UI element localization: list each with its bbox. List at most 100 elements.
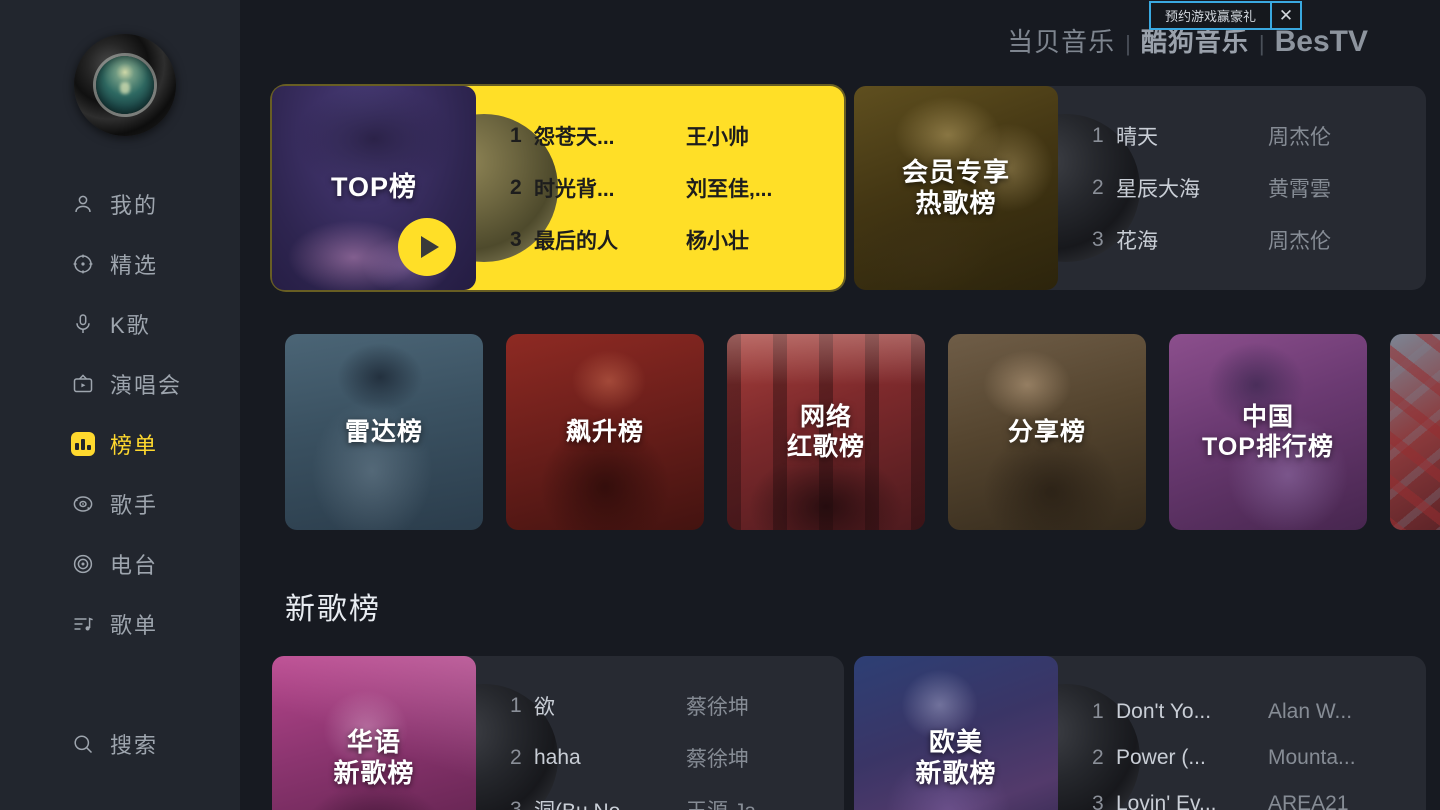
track-number: 3 <box>510 228 522 251</box>
tile-rising[interactable]: 飙升榜 <box>506 334 704 530</box>
track-number: 1 <box>1092 124 1104 147</box>
search-icon <box>70 731 96 757</box>
rank-card-cover[interactable]: 华语 新歌榜 <box>272 656 476 810</box>
sidebar-item-featured[interactable]: 精选 <box>0 234 240 294</box>
tile-label: 飙升榜 <box>565 417 644 446</box>
track-artist: Mounta... <box>1268 746 1356 769</box>
track-row[interactable]: 2 星辰大海 黄霄雲 <box>1092 173 1400 203</box>
track-name: 晴天 <box>1116 126 1158 149</box>
rank-card-title: 会员专享 热歌榜 <box>901 157 1010 218</box>
compass-icon <box>70 251 96 277</box>
track-row[interactable]: 1 Don't Yo... Alan W... <box>1092 700 1400 724</box>
track-artist: Alan W... <box>1268 700 1353 723</box>
track-name: Don't Yo... <box>1116 700 1212 723</box>
track-name: haha <box>534 746 581 769</box>
sidebar-item-label: 精选 <box>110 253 159 278</box>
tile-radar[interactable]: 雷达榜 <box>285 334 483 530</box>
track-number: 1 <box>510 124 522 147</box>
track-number: 2 <box>1092 176 1104 199</box>
track-row[interactable]: 2 Power (... Mounta... <box>1092 746 1400 770</box>
track-row[interactable]: 2 时光背... 刘至佳,... <box>510 173 818 203</box>
rank-card-cover-wrap: TOP榜 <box>272 86 558 290</box>
track-name: 最后的人 <box>534 230 618 253</box>
sidebar-item-label: 搜索 <box>110 733 159 758</box>
close-icon[interactable]: ✕ <box>1270 3 1300 28</box>
tile-china-top[interactable]: 中国 TOP排行榜 <box>1169 334 1367 530</box>
tile-label: 雷达榜 <box>344 417 423 446</box>
track-artist: 蔡徐坤 <box>686 748 749 771</box>
tile-label: 分享榜 <box>1007 417 1086 446</box>
track-artist: 刘至佳,... <box>686 178 773 201</box>
track-name: 怨苍天... <box>534 126 615 149</box>
category-tile-row: 雷达榜 飙升榜 网络 红歌榜 分享榜 中国 TOP排行榜 <box>285 334 1440 530</box>
mic-icon <box>70 311 96 337</box>
top-rank-row: TOP榜 1 怨苍天... 王小帅 2 时光背... 刘至佳,... 3 最后的… <box>272 86 1426 290</box>
track-artist: 王小帅 <box>686 126 749 149</box>
rank-card-title: 华语 新歌榜 <box>333 727 415 788</box>
track-row[interactable]: 3 洞(Bu No… 王源 Ja… <box>510 795 818 810</box>
rank-card-cover[interactable]: 欧美 新歌榜 <box>854 656 1058 810</box>
sidebar-item-radio[interactable]: 电台 <box>0 534 240 594</box>
tv-icon <box>70 371 96 397</box>
avatar[interactable] <box>74 34 176 136</box>
sidebar-item-karaoke[interactable]: K歌 <box>0 294 240 354</box>
track-number: 1 <box>1092 700 1104 723</box>
sidebar-item-charts[interactable]: 榜单 <box>0 414 240 474</box>
sidebar-item-concert[interactable]: 演唱会 <box>0 354 240 414</box>
track-number: 2 <box>510 176 522 199</box>
sidebar-item-label: K歌 <box>110 313 151 338</box>
chart-icon <box>70 431 96 457</box>
rank-card-cover-wrap: 欧美 新歌榜 <box>854 656 1140 810</box>
track-artist: 周杰伦 <box>1268 126 1331 149</box>
rank-card-cover-wrap: 会员专享 热歌榜 <box>854 86 1140 290</box>
track-row[interactable]: 2 haha 蔡徐坤 <box>510 743 818 773</box>
sidebar-item-label: 电台 <box>110 553 159 578</box>
track-row[interactable]: 1 晴天 周杰伦 <box>1092 121 1400 151</box>
bottom-rank-row: 华语 新歌榜 1 欲 蔡徐坤 2 haha 蔡徐坤 3 欧美 新歌榜 1 Don… <box>272 656 1426 810</box>
play-icon[interactable] <box>398 218 456 276</box>
track-number: 2 <box>510 746 522 769</box>
track-row[interactable]: 1 怨苍天... 王小帅 <box>510 121 818 151</box>
page-title: 新歌榜 <box>285 593 381 626</box>
brand-bestv: BesTV <box>1274 25 1368 58</box>
sidebar-item-mine[interactable]: 我的 <box>0 174 240 234</box>
promo-popup[interactable]: 预约游戏赢豪礼 ✕ <box>1148 1 1302 30</box>
sidebar-item-playlists[interactable]: 歌单 <box>0 594 240 654</box>
track-row[interactable]: 3 花海 周杰伦 <box>1092 225 1400 255</box>
rank-card-title: TOP榜 <box>330 172 417 203</box>
track-artist: AREA21 <box>1268 792 1349 810</box>
rank-card-top[interactable]: TOP榜 1 怨苍天... 王小帅 2 时光背... 刘至佳,... 3 最后的… <box>272 86 844 290</box>
disc-icon <box>70 491 96 517</box>
rank-card-cover[interactable]: 会员专享 热歌榜 <box>854 86 1058 290</box>
sidebar-nav: 我的 精选 K歌 演唱会 榜单 歌手 电台 歌单 <box>0 174 240 654</box>
app-root: 我的 精选 K歌 演唱会 榜单 歌手 电台 歌单 搜索 当贝音乐 | 酷狗音乐 … <box>0 0 1440 810</box>
track-name: Power (... <box>1116 746 1206 769</box>
rank-card-vip[interactable]: 会员专享 热歌榜 1 晴天 周杰伦 2 星辰大海 黄霄雲 3 花海 周杰伦 <box>854 86 1426 290</box>
track-row[interactable]: 1 欲 蔡徐坤 <box>510 691 818 721</box>
track-row[interactable]: 3 最后的人 杨小壮 <box>510 225 818 255</box>
tile-share[interactable]: 分享榜 <box>948 334 1146 530</box>
brand-dangbei: 当贝音乐 <box>1007 27 1116 57</box>
rank-card-tracklist: 1 晴天 周杰伦 2 星辰大海 黄霄雲 3 花海 周杰伦 <box>1058 86 1426 290</box>
sidebar-search-group: 搜索 <box>0 714 240 774</box>
tile-network-hits[interactable]: 网络 红歌榜 <box>727 334 925 530</box>
track-number: 2 <box>1092 746 1104 769</box>
track-name: 欲 <box>534 696 555 719</box>
track-artist: 蔡徐坤 <box>686 696 749 719</box>
sidebar-item-label: 我的 <box>110 193 159 218</box>
rank-card-tracklist: 1 怨苍天... 王小帅 2 时光背... 刘至佳,... 3 最后的人 杨小壮 <box>476 86 844 290</box>
rank-card-western-new[interactable]: 欧美 新歌榜 1 Don't Yo... Alan W... 2 Power (… <box>854 656 1426 810</box>
rank-card-chinese-new[interactable]: 华语 新歌榜 1 欲 蔡徐坤 2 haha 蔡徐坤 3 <box>272 656 844 810</box>
track-row[interactable]: 3 Lovin' Ev... AREA21 <box>1092 792 1400 810</box>
track-number: 3 <box>1092 228 1104 251</box>
tile-label: 网络 红歌榜 <box>786 402 865 462</box>
sidebar-item-search[interactable]: 搜索 <box>0 714 240 774</box>
rank-card-tracklist: 1 欲 蔡徐坤 2 haha 蔡徐坤 3 洞(Bu No… 王源 Ja… <box>476 656 844 810</box>
tile-next-partial[interactable] <box>1390 334 1440 530</box>
tile-label <box>1390 334 1440 530</box>
track-number: 3 <box>510 798 522 810</box>
vinyl-record-avatar <box>74 34 176 136</box>
track-name: Lovin' Ev... <box>1116 792 1217 810</box>
sidebar-item-artists[interactable]: 歌手 <box>0 474 240 534</box>
rank-card-cover-wrap: 华语 新歌榜 <box>272 656 558 810</box>
